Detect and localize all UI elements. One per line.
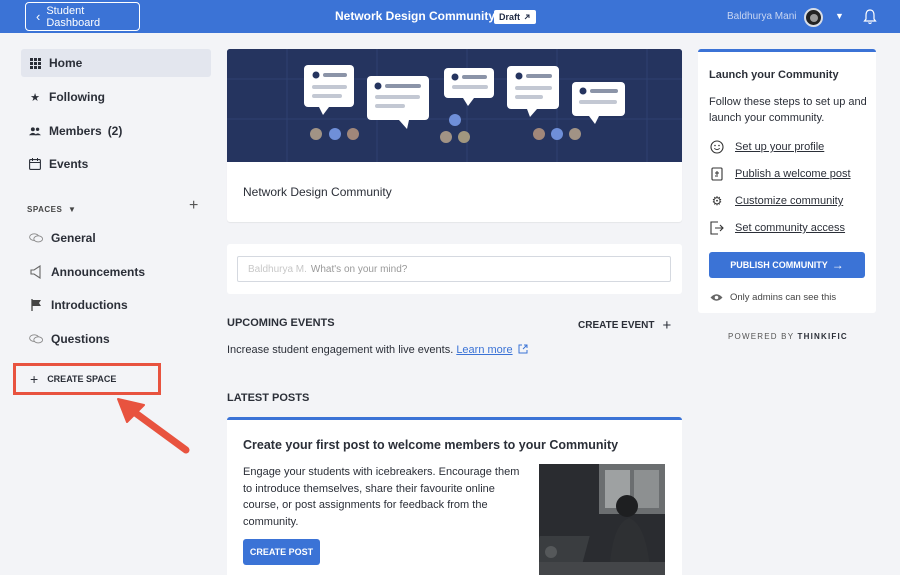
bell-icon[interactable] xyxy=(862,8,878,26)
members-count: (2) xyxy=(107,124,123,138)
welcome-post-heading: Create your first post to welcome member… xyxy=(243,438,619,452)
document-icon xyxy=(709,166,725,182)
caret-down-icon: ▼ xyxy=(68,205,77,214)
sidebar-item-label: Following xyxy=(49,90,105,104)
sidebar-item-label: Home xyxy=(49,56,83,70)
learn-more-link[interactable]: Learn more xyxy=(456,344,512,356)
top-bar: ‹ Student Dashboard Network Design Commu… xyxy=(0,0,900,33)
create-space-label: CREATE SPACE xyxy=(47,374,117,384)
megaphone-icon xyxy=(29,265,43,279)
plus-icon: + xyxy=(30,371,39,387)
smiley-icon xyxy=(709,139,725,155)
gear-icon: ⚙ xyxy=(711,194,723,208)
sidebar-item-events[interactable]: Events xyxy=(21,150,211,178)
admins-only-note: Only admins can see this xyxy=(710,292,836,303)
space-item-label: Introductions xyxy=(51,298,128,312)
sidebar-item-label: Events xyxy=(49,157,89,171)
plus-icon: + xyxy=(662,317,672,334)
arrow-right-icon: → xyxy=(831,258,844,272)
create-event-button[interactable]: CREATE EVENT + xyxy=(578,317,671,334)
step-access[interactable]: Set community access xyxy=(709,220,845,236)
chat-bubbles-icon xyxy=(29,232,43,244)
step-label: Customize community xyxy=(735,195,844,207)
space-item-general[interactable]: General xyxy=(21,224,211,252)
space-item-questions[interactable]: Questions xyxy=(21,325,211,353)
annotation-arrow xyxy=(117,398,190,454)
people-icon xyxy=(29,125,41,137)
community-title: Network Design Community xyxy=(335,9,496,23)
welcome-post-card: Create your first post to welcome member… xyxy=(227,417,682,575)
sidebar-item-home[interactable]: Home xyxy=(21,49,211,77)
space-item-label: Questions xyxy=(51,332,110,346)
spaces-label: SPACES xyxy=(27,205,63,214)
student-dashboard-button[interactable]: ‹ Student Dashboard xyxy=(25,2,140,31)
hero-community-name: Network Design Community xyxy=(243,185,392,199)
spaces-header[interactable]: SPACES ▼ xyxy=(27,205,76,214)
create-event-label: CREATE EVENT xyxy=(578,320,655,331)
eye-icon xyxy=(710,294,723,301)
publish-community-button[interactable]: PUBLISH COMMUNITY → xyxy=(709,252,865,278)
chevron-left-icon: ‹ xyxy=(36,9,41,24)
grid-icon xyxy=(29,57,41,69)
space-item-label: Announcements xyxy=(51,265,146,279)
latest-posts-title: LATEST POSTS xyxy=(227,392,310,404)
sidebar-item-following[interactable]: ★ Following xyxy=(21,83,211,111)
sidebar-item-label: Members xyxy=(49,124,102,138)
exit-icon xyxy=(709,220,725,236)
flag-icon xyxy=(29,299,43,311)
launch-title: Launch your Community xyxy=(709,69,839,81)
events-text: Increase student engagement with live ev… xyxy=(227,344,454,356)
whats-on-your-mind-input[interactable]: Baldhurya M. What's on your mind? xyxy=(237,256,671,282)
blurred-user-name: Baldhurya M. xyxy=(248,263,307,275)
thinkific-brand: THINKIFIC xyxy=(797,332,848,341)
step-customize[interactable]: ⚙ Customize community xyxy=(709,193,844,209)
draft-badge[interactable]: Draft xyxy=(494,10,537,24)
create-space-button[interactable]: + CREATE SPACE xyxy=(13,363,161,395)
upcoming-events-title: UPCOMING EVENTS xyxy=(227,317,335,329)
calendar-icon xyxy=(29,158,41,170)
community-banner-illustration xyxy=(227,49,682,162)
sidebar-item-members[interactable]: Members (2) xyxy=(21,117,211,145)
student-dashboard-label: Student Dashboard xyxy=(46,4,101,29)
new-post-box: Baldhurya M. What's on your mind? xyxy=(227,244,682,294)
step-setup-profile[interactable]: Set up your profile xyxy=(709,139,824,155)
powered-prefix: POWERED BY xyxy=(728,332,795,341)
draft-label: Draft xyxy=(499,12,521,22)
user-name[interactable]: Baldhurya Mani xyxy=(727,11,796,22)
add-space-icon[interactable]: + xyxy=(189,197,198,215)
community-hero-card[interactable]: Network Design Community xyxy=(227,49,682,222)
step-label: Publish a welcome post xyxy=(735,168,851,180)
post-input-placeholder: What's on your mind? xyxy=(310,263,408,275)
welcome-post-body: Engage your students with icebreakers. E… xyxy=(243,466,520,528)
launch-community-panel: Launch your Community Follow these steps… xyxy=(698,49,876,313)
space-item-announcements[interactable]: Announcements xyxy=(21,258,211,286)
create-post-button[interactable]: CREATE POST xyxy=(243,539,320,565)
chat-bubbles-icon xyxy=(29,333,43,345)
powered-by-thinkific[interactable]: POWERED BY THINKIFIC xyxy=(728,332,848,341)
chevron-down-icon[interactable]: ▼ xyxy=(835,11,844,21)
step-label: Set up your profile xyxy=(735,141,825,153)
external-link-icon xyxy=(524,14,530,20)
admins-note-text: Only admins can see this xyxy=(730,292,837,303)
space-item-label: General xyxy=(51,231,96,245)
external-link-icon[interactable] xyxy=(518,344,528,354)
events-description: Increase student engagement with live ev… xyxy=(227,344,528,356)
launch-description: Follow these steps to set up and launch … xyxy=(709,96,867,124)
sidebar: Home ★ Following Members (2) Events SPAC… xyxy=(0,33,220,575)
step-label: Set community access xyxy=(735,222,846,234)
avatar[interactable] xyxy=(804,8,823,27)
space-item-introductions[interactable]: Introductions xyxy=(21,291,211,319)
publish-label: PUBLISH COMMUNITY xyxy=(730,260,828,270)
step-welcome-post[interactable]: Publish a welcome post xyxy=(709,166,851,182)
person-at-laptop-photo xyxy=(539,464,665,575)
star-icon: ★ xyxy=(30,91,40,104)
